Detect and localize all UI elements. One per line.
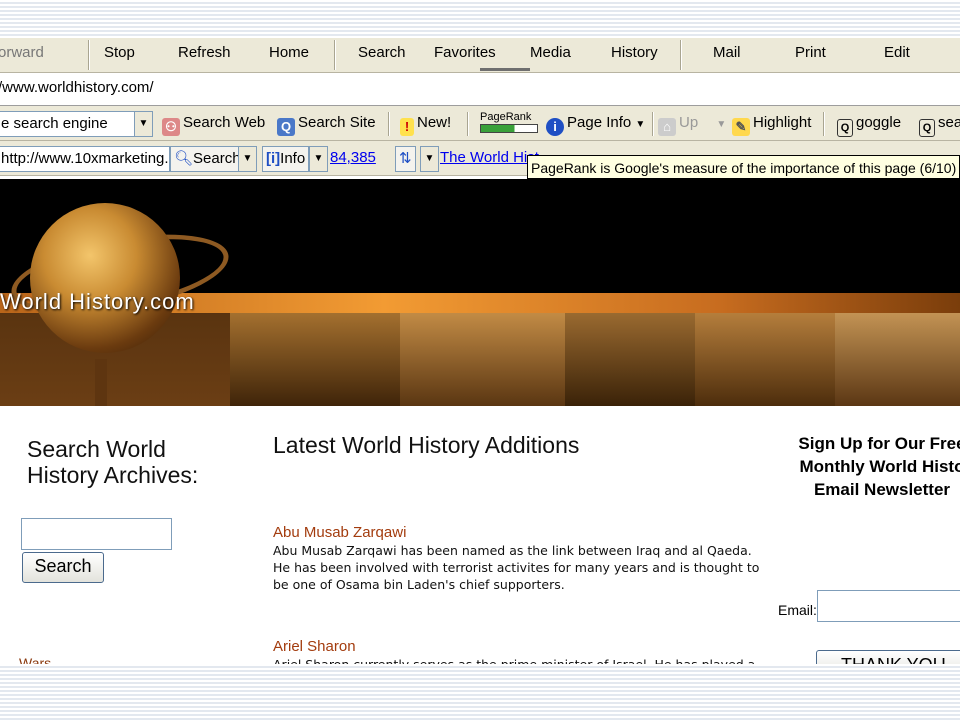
media-button[interactable]: Media [530,44,571,61]
toolbar-separator [467,112,469,136]
dropdown-arrow-icon: ▼ [716,119,727,130]
world-history-link[interactable]: The World Hist [440,149,539,166]
parthenon-image [400,313,565,406]
stop-button[interactable]: Stop [104,44,135,61]
info-icon: i [546,118,564,136]
favorites-button[interactable]: Favorites [434,44,496,61]
search-web-label: Search Web [183,114,266,131]
page-content: Search World History Archives: Search Wa… [0,406,960,664]
newsletter-line2: Monthly World Histo [799,457,960,476]
wars-link[interactable]: Wars [19,655,51,664]
page-info-button[interactable]: i Page Info ▼ [546,114,645,136]
search-site-label: Search Site [298,114,376,131]
folder-up-icon: ⌂ [658,118,676,136]
toolbar-separator [388,112,390,136]
chevron-down-icon[interactable]: ▼ [309,146,328,172]
highlighter-icon: ✎ [732,118,750,136]
search-heading-line1: Search World [27,436,166,462]
article-title-link[interactable]: Ariel Sharon [273,638,356,655]
magnifier-page-icon: Q [837,119,853,137]
archive-search-button[interactable]: Search [22,552,104,583]
pagerank-tooltip: PageRank is Google's measure of the impo… [527,155,960,179]
soldiers-image [230,313,400,406]
article-title-link[interactable]: Abu Musab Zarqawi [273,524,406,541]
site-banner: World History.com [0,179,960,406]
print-button[interactable]: Print [795,44,826,61]
search-label: Search [193,150,241,167]
history-button[interactable]: History [611,44,658,61]
browser-screenshot: orward Stop Refresh Home Search Favorite… [0,38,960,664]
newsletter-line3: Email Newsletter [813,480,951,499]
toolbar-separator [652,112,654,136]
goggle-label: goggle [856,114,902,131]
dropdown-arrow-icon: ▼ [635,119,646,130]
search-site-button[interactable]: Q Search Site [277,114,376,136]
ruins-image [565,313,695,406]
toolbar-separator [680,40,682,70]
search-web-button[interactable]: ⚇ Search Web [162,114,265,136]
newsletter-heading: Sign Up for Our Free Monthly World Histo… [782,432,960,501]
search-engine-select[interactable]: e search engine [0,111,136,137]
count-link[interactable]: 84,385 [330,149,376,166]
latest-heading: Latest World History Additions [273,432,580,458]
home-button[interactable]: Home [269,44,309,61]
pagerank-meter[interactable]: PageRank [480,111,538,133]
search-heading-line2: History Archives: [27,462,199,488]
email-label: Email: [778,602,817,618]
search-heading: Search World History Archives: [27,436,198,488]
up-button[interactable]: ⌂ Up ▼ [658,114,726,136]
pyramid-image [695,313,835,406]
google-toolbar: e search engine ▼ ⚇ Search Web Q Search Si… [0,106,960,141]
url-input[interactable]: http://www.10xmarketing.c [0,146,170,172]
up-label: Up [679,114,699,131]
address-url[interactable]: /www.worldhistory.com/ [0,79,154,96]
newsletter-line1: Sign Up for Our Free [798,434,960,453]
search-icon: 🔍︎ [174,150,194,167]
chevron-down-icon[interactable]: ▼ [420,146,439,172]
info-label: Info [280,150,306,167]
navigation-toolbar: orward Stop Refresh Home Search Favorite… [0,38,960,73]
mail-button[interactable]: Mail [713,44,741,61]
globe-icon [30,203,180,353]
new-button[interactable]: ! New! [400,114,451,136]
banner-title: World History.com [0,289,195,314]
globe-stand [95,359,107,406]
magnifier-page-icon: Q [919,119,935,137]
progress-indicator [480,68,530,71]
toolbar-separator [823,112,825,136]
toolbar-separator [88,40,90,70]
refresh-button[interactable]: Refresh [178,44,231,61]
colosseum-image [835,313,960,406]
email-field[interactable] [817,590,960,622]
article-summary: Abu Musab Zarqawi has been named as the … [273,543,760,592]
binoculars-icon: ⚇ [162,118,180,136]
info-dropdown-button[interactable]: [i]Info [262,146,310,172]
share-button[interactable]: ⇅ [395,146,416,172]
address-bar[interactable]: /www.worldhistory.com/ [0,73,960,106]
chevron-down-icon[interactable]: ▼ [134,111,153,137]
sea-label: sea [938,114,960,131]
thank-you-button[interactable]: THANK YOU [816,650,960,664]
highlight-label: Highlight [753,114,812,131]
search-site-icon: Q [277,118,295,136]
exclamation-icon: ! [400,118,414,136]
new-label: New! [417,114,452,131]
forward-button[interactable]: orward [0,44,44,61]
pagerank-label: PageRank [480,111,532,123]
search-dropdown-button[interactable]: 🔍︎Search [170,146,245,172]
chevron-down-icon[interactable]: ▼ [238,146,257,172]
pagerank-bar [480,124,538,133]
page-info-label: Page Info [567,114,632,131]
toolbar-separator [334,40,336,70]
search-button[interactable]: Search [358,44,406,61]
goggle-button[interactable]: Qgoggle [837,114,901,137]
highlight-button[interactable]: ✎ Highlight [732,114,811,136]
info-icon: [i] [266,150,281,167]
article-summary: Ariel Sharon currently serves as the pri… [273,656,763,664]
edit-button[interactable]: Edit [884,44,910,61]
sea-button[interactable]: Qsea [919,114,960,137]
archive-search-input[interactable] [21,518,172,550]
arrows-icon: ⇅ [399,150,412,167]
